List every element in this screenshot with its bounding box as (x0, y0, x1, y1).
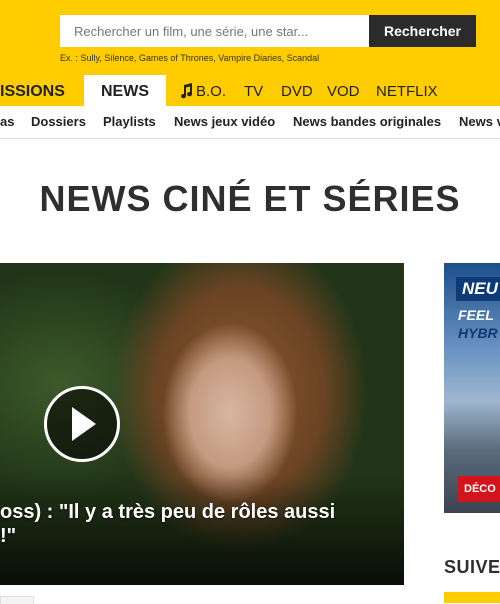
hero-video-card[interactable]: oss) : "Il y a très peu de rôles aussi !… (0, 263, 404, 585)
nav-item-bo[interactable]: B.O. (196, 75, 226, 106)
search-button[interactable]: Rechercher (369, 15, 476, 47)
top-header: Rechercher Ex. : Sully, Silence, Games o… (0, 0, 500, 106)
hero-caption[interactable]: oss) : "Il y a très peu de rôles aussi !… (0, 500, 390, 548)
play-icon (72, 407, 96, 441)
subnav-item-news-jeux-video[interactable]: News jeux vidéo (174, 106, 275, 137)
nav-item-netflix[interactable]: NETFLIX (376, 75, 438, 106)
hero-caption-line-2: !" (0, 525, 17, 547)
ad-headline-2: HYBR (458, 325, 498, 341)
subnav-item-news-more[interactable]: News v (459, 106, 500, 137)
main-nav: ISSIONS NEWS B.O. TV DVD VOD NETFLIX (0, 75, 500, 106)
sidebar-strip (444, 592, 500, 603)
sidebar-heading: SUIVE (444, 557, 500, 577)
nav-item-news[interactable]: NEWS (84, 75, 166, 106)
search-input[interactable] (60, 15, 369, 47)
ad-banner[interactable]: NEU FEEL HYBR DÉCO (444, 263, 500, 513)
nav-item-vod[interactable]: VOD (327, 75, 360, 106)
play-button[interactable] (44, 386, 120, 462)
subnav-item-dossiers[interactable]: Dossiers (31, 106, 86, 137)
music-note-icon (181, 83, 193, 99)
ad-badge: NEU (456, 277, 500, 301)
hero-caption-line-1: oss) : "Il y a très peu de rôles aussi (0, 501, 336, 523)
subnav-item-videos[interactable]: as (0, 106, 14, 137)
ad-headline-1: FEEL (458, 307, 494, 323)
ad-cta-button[interactable]: DÉCO (458, 476, 500, 502)
page-title: NEWS CINÉ ET SÉRIES (39, 178, 461, 219)
nav-item-tv[interactable]: TV (244, 75, 263, 106)
nav-item-emissions[interactable]: ISSIONS (0, 75, 65, 106)
subnav-item-news-bandes-originales[interactable]: News bandes originales (293, 106, 441, 137)
sub-nav: as Dossiers Playlists News jeux vidéo Ne… (0, 106, 500, 139)
search-examples: Ex. : Sully, Silence, Games of Thrones, … (60, 53, 320, 63)
subnav-item-playlists[interactable]: Playlists (103, 106, 156, 137)
nav-item-dvd[interactable]: DVD (281, 75, 313, 106)
